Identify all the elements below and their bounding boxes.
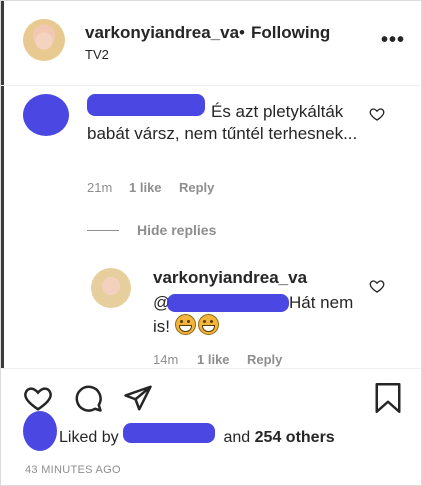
like-reply-heart-icon[interactable]: [369, 278, 385, 294]
like-comment-heart-icon[interactable]: [369, 106, 385, 122]
post-header: varkonyiandrea_va • Following TV2 •••: [1, 1, 421, 86]
reply-likes[interactable]: 1 like: [197, 352, 230, 367]
post-actions: Liked by and 254 others 43 MINUTES AGO: [1, 368, 421, 485]
following-button[interactable]: Following: [251, 23, 330, 43]
reply-username[interactable]: varkonyiandrea_va: [153, 268, 307, 288]
more-options-icon[interactable]: •••: [381, 29, 405, 52]
redacted-username: [87, 94, 205, 116]
post-panel: varkonyiandrea_va • Following TV2 ••• És…: [0, 0, 422, 486]
post-time[interactable]: 43 MINUTES AGO: [25, 464, 121, 476]
reply-author-avatar[interactable]: [91, 268, 131, 308]
replies-divider: [87, 230, 119, 231]
comment-likes[interactable]: 1 like: [129, 180, 162, 195]
comment-icon[interactable]: [73, 383, 103, 413]
author-subtitle: TV2: [85, 47, 109, 62]
author-username[interactable]: varkonyiandrea_va: [85, 23, 239, 43]
heart-icon[interactable]: [23, 383, 53, 413]
reply-reply-button[interactable]: Reply: [247, 352, 282, 367]
redacted-liker: [123, 423, 215, 443]
author-avatar[interactable]: [23, 19, 65, 61]
reply-age: 14m: [153, 352, 179, 367]
grin-emoji: [174, 314, 196, 335]
share-icon[interactable]: [123, 383, 153, 413]
liker-avatar[interactable]: [23, 411, 57, 451]
hide-replies-button[interactable]: Hide replies: [137, 222, 216, 238]
comment-age: 21m: [87, 180, 113, 195]
bookmark-icon[interactable]: [373, 381, 403, 415]
likes-count-link[interactable]: 254 others: [255, 429, 335, 446]
redacted-mention: [167, 294, 289, 312]
separator-dot: •: [239, 23, 245, 42]
comment-reply-button[interactable]: Reply: [179, 180, 214, 195]
grin-emoji: [197, 314, 219, 335]
commenter-avatar[interactable]: [23, 94, 69, 136]
comments-list: És azt pletykálták babát vársz, nem tűnt…: [1, 86, 421, 368]
